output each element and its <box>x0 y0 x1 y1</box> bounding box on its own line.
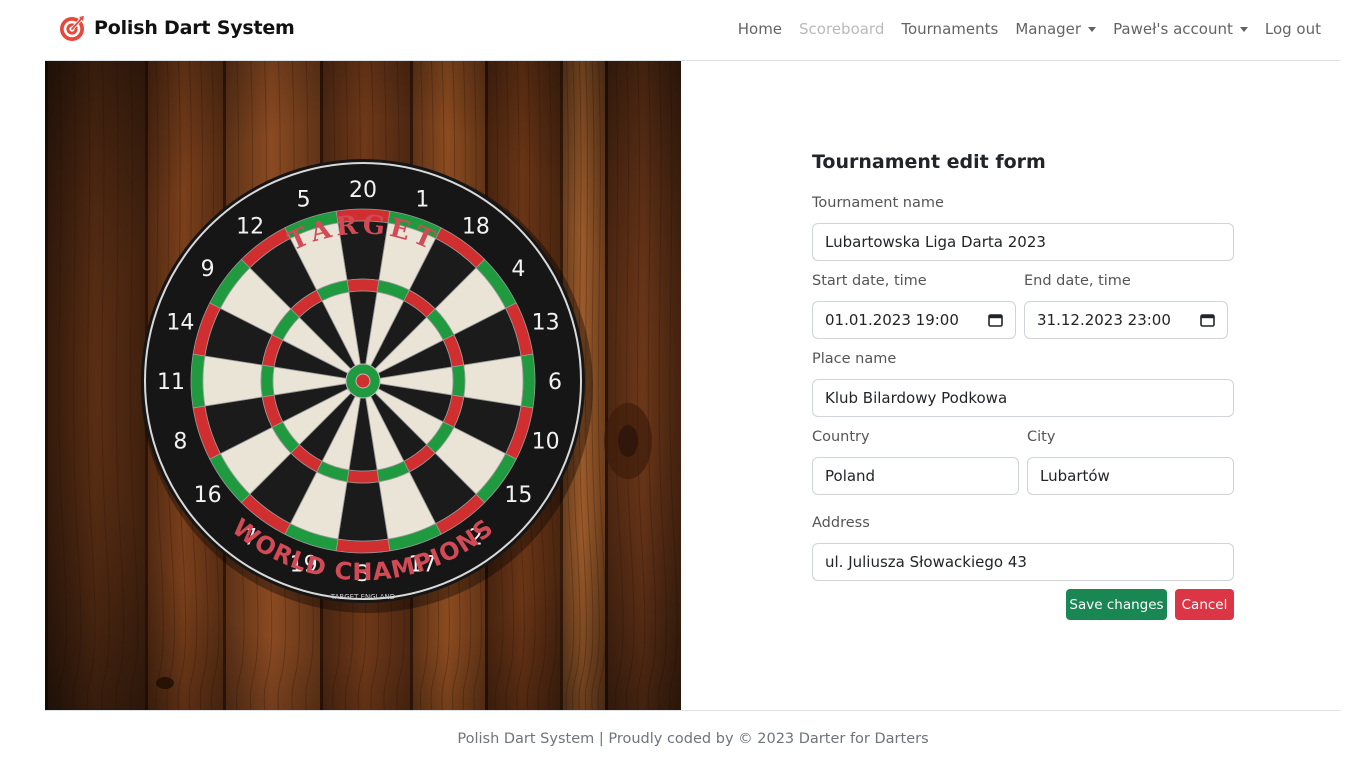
board-number: 9 <box>201 257 215 282</box>
nav-scoreboard: Scoreboard <box>799 20 885 38</box>
form-title: Tournament edit form <box>812 151 1046 173</box>
tournament-name-value: Lubartowska Liga Darta 2023 <box>825 233 1046 251</box>
start-datetime-value: 01.01.2023 19:00 <box>825 311 959 329</box>
address-input[interactable]: ul. Juliusza Słowackiego 43 <box>812 543 1234 581</box>
nav-manager-label: Manager <box>1015 20 1082 38</box>
nav-manager-dropdown[interactable]: Manager <box>1015 20 1097 38</box>
board-number: 4 <box>511 257 525 282</box>
brand-link[interactable]: Polish Dart System <box>58 14 295 42</box>
city-label: City <box>1027 429 1056 445</box>
nav-account-label: Paweł's account <box>1113 20 1233 38</box>
country-input[interactable]: Poland <box>812 457 1019 495</box>
board-number: 10 <box>532 429 560 454</box>
city-input[interactable]: Lubartów <box>1027 457 1234 495</box>
nav-logout[interactable]: Log out <box>1265 20 1321 38</box>
save-changes-button[interactable]: Save changes <box>1066 589 1167 620</box>
tournament-name-label: Tournament name <box>812 195 944 211</box>
address-value: ul. Juliusza Słowackiego 43 <box>825 553 1027 571</box>
end-date-label: End date, time <box>1024 273 1131 289</box>
svg-text:TARGET ENGLAND: TARGET ENGLAND <box>330 593 395 601</box>
board-number: 13 <box>532 311 560 336</box>
country-value: Poland <box>825 467 876 485</box>
place-name-label: Place name <box>812 351 897 367</box>
nav-account-dropdown[interactable]: Paweł's account <box>1113 20 1248 38</box>
country-label: Country <box>812 429 870 445</box>
board-number: 12 <box>236 215 264 240</box>
calendar-icon[interactable] <box>1200 313 1215 327</box>
end-datetime-value: 31.12.2023 23:00 <box>1037 311 1171 329</box>
place-name-value: Klub Bilardowy Podkowa <box>825 389 1008 407</box>
city-value: Lubartów <box>1040 467 1110 485</box>
dartboard-photo: 20 1 18 4 13 6 10 15 2 17 3 19 7 16 8 11 14 9 12 5 TARGET WOR… <box>45 61 681 710</box>
board-number: 18 <box>462 215 490 240</box>
board-number: 11 <box>157 370 185 395</box>
board-number: 15 <box>504 483 532 508</box>
navbar: Polish Dart System Home Scoreboard Tourn… <box>0 0 1361 60</box>
chevron-down-icon <box>1239 26 1248 32</box>
start-datetime-input[interactable]: 01.01.2023 19:00 <box>812 301 1016 339</box>
board-number: 1 <box>415 187 429 212</box>
end-datetime-input[interactable]: 31.12.2023 23:00 <box>1024 301 1228 339</box>
dart-target-icon <box>60 16 84 41</box>
footer-divider <box>45 710 1341 711</box>
board-number: 6 <box>548 370 562 395</box>
calendar-icon[interactable] <box>988 313 1003 327</box>
tournament-name-input[interactable]: Lubartowska Liga Darta 2023 <box>812 223 1234 261</box>
board-number: 8 <box>173 429 187 454</box>
main-nav: Home Scoreboard Tournaments Manager Pawe… <box>738 20 1321 38</box>
footer-text: Polish Dart System | Proudly coded by © … <box>457 731 929 747</box>
cancel-button[interactable]: Cancel <box>1175 589 1234 620</box>
board-number: 5 <box>297 187 311 212</box>
chevron-down-icon <box>1088 26 1097 32</box>
board-number: 16 <box>194 483 222 508</box>
address-label: Address <box>812 515 870 531</box>
board-number: 20 <box>349 178 377 203</box>
brand-name: Polish Dart System <box>94 17 295 39</box>
place-name-input[interactable]: Klub Bilardowy Podkowa <box>812 379 1234 417</box>
board-number: 14 <box>166 311 194 336</box>
start-date-label: Start date, time <box>812 273 927 289</box>
nav-tournaments[interactable]: Tournaments <box>901 20 998 38</box>
nav-home[interactable]: Home <box>738 20 782 38</box>
